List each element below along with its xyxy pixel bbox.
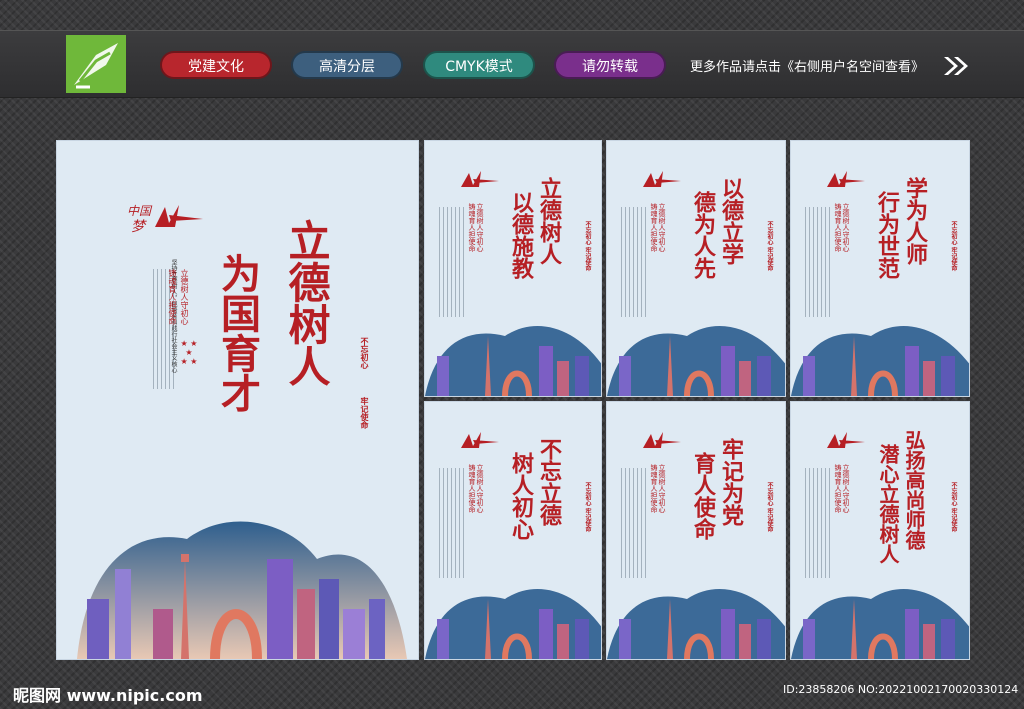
card-title-line-2: 以德施教 <box>508 191 534 279</box>
body-text-block <box>805 468 831 578</box>
card-motto-line-2: 铸魂育人担使命 <box>468 464 476 513</box>
card-title-line-2: 育人使命 <box>690 452 716 540</box>
pen-nib-logo-icon <box>66 35 126 93</box>
banner-note: 更多作品请点击《右侧用户名空间查看》 <box>690 60 925 75</box>
svg-text:中国: 中国 <box>127 204 153 218</box>
tag-hd-layers[interactable]: 高清分层 <box>291 51 403 79</box>
city-skyline-illustration <box>791 316 969 396</box>
poster-card: 立德树人守初心 铸魂育人担使命 学为人师 行为世范 不忘初心 牢记使命 <box>790 140 970 397</box>
card-title-line-2: 行为世范 <box>874 191 900 279</box>
tag-cmyk-mode[interactable]: CMYK模式 <box>423 51 535 79</box>
card-motto-line-2: 铸魂育人担使命 <box>834 203 842 252</box>
card-title-line-1: 学为人师 <box>902 177 928 265</box>
china-dream-logo-icon: 中国 梦 <box>125 197 205 241</box>
body-text-block <box>621 468 647 578</box>
main-title-line-1: 立德树人 <box>282 219 331 387</box>
card-title-line-1: 不忘立德 <box>536 438 562 526</box>
card-title-line-2: 潜心立德树人 <box>876 444 900 564</box>
card-title-line-1: 牢记为党 <box>718 438 744 526</box>
tag-party-culture[interactable]: 党建文化 <box>160 51 272 79</box>
seal-not-forget-original-aspiration: 不忘初心 <box>360 337 369 369</box>
city-skyline-illustration <box>791 579 969 659</box>
china-dream-logo-icon <box>823 430 867 456</box>
body-text-block <box>439 207 465 317</box>
city-skyline-illustration <box>425 316 601 396</box>
card-seal: 不忘初心 牢记使命 <box>766 221 773 272</box>
card-motto-line-2: 铸魂育人担使命 <box>834 464 842 513</box>
china-dream-logo-icon <box>639 430 683 456</box>
poster-card: 立德树人守初心 铸魂育人担使命 以德立学 德为人先 不忘初心 牢记使命 <box>606 140 786 397</box>
poster-card: 立德树人守初心 铸魂育人担使命 牢记为党 育人使命 不忘初心 牢记使命 <box>606 401 786 660</box>
poster-card: 立德树人守初心 铸魂育人担使命 立德树人 以德施教 不忘初心 牢记使命 <box>424 140 602 397</box>
card-seal: 不忘初心 牢记使命 <box>584 221 591 272</box>
body-text-block <box>621 207 647 317</box>
double-chevron-right-icon[interactable] <box>942 55 970 77</box>
card-seal: 不忘初心 牢记使命 <box>950 482 957 533</box>
main-title-line-2: 为国育才 <box>214 253 261 413</box>
card-seal: 不忘初心 牢记使命 <box>766 482 773 533</box>
main-motto-line-1: 立德树人守初心 <box>180 269 189 325</box>
main-motto-line-2: 铸魂育人担使命 <box>168 269 177 325</box>
body-text-block <box>439 468 465 578</box>
city-skyline-illustration <box>607 579 785 659</box>
card-title-line-1: 以德立学 <box>718 177 744 265</box>
body-text-block <box>805 207 831 317</box>
poster-card: 立德树人守初心 铸魂育人担使命 弘扬高尚师德 潜心立德树人 不忘初心 牢记使命 <box>790 401 970 660</box>
main-poster: 中国 梦 坚持立德树人，把培育和践行社会主义核心 立德树人守初心 铸魂育人担使命… <box>56 140 419 660</box>
city-skyline-illustration <box>607 316 785 396</box>
card-title-line-2: 树人初心 <box>508 452 534 540</box>
stars-decoration-icon: ★ ★ ★ ★ ★ <box>180 339 198 366</box>
image-id-label: ID:23858206 NO:20221002170020330124 <box>783 683 1019 696</box>
seal-keep-mission-in-mind: 牢记使命 <box>360 397 369 429</box>
tag-no-repost[interactable]: 请勿转载 <box>554 51 666 79</box>
card-title-line-2: 德为人先 <box>690 191 716 279</box>
card-title-line-1: 弘扬高尚师德 <box>902 430 926 550</box>
china-dream-logo-icon <box>639 169 683 195</box>
china-dream-logo-icon <box>457 430 501 456</box>
card-seal: 不忘初心 牢记使命 <box>950 221 957 272</box>
city-skyline-illustration <box>57 499 418 659</box>
city-skyline-illustration <box>425 579 601 659</box>
svg-text:梦: 梦 <box>131 219 147 235</box>
poster-card: 立德树人守初心 铸魂育人担使命 不忘立德 树人初心 不忘初心 牢记使命 <box>424 401 602 660</box>
top-banner: 党建文化 高清分层 CMYK模式 请勿转载 更多作品请点击《右侧用户名空间查看》 <box>0 30 1024 98</box>
china-dream-logo-icon <box>823 169 867 195</box>
card-motto-line-2: 铸魂育人担使命 <box>650 464 658 513</box>
card-seal: 不忘初心 牢记使命 <box>584 482 591 533</box>
site-watermark: 昵图网 www.nipic.com <box>13 686 203 705</box>
card-title-line-1: 立德树人 <box>536 177 562 265</box>
china-dream-logo-icon <box>457 169 501 195</box>
card-motto-line-2: 铸魂育人担使命 <box>650 203 658 252</box>
card-motto-line-2: 铸魂育人担使命 <box>468 203 476 252</box>
